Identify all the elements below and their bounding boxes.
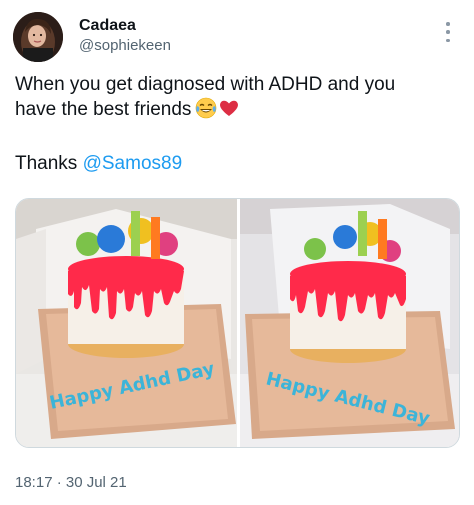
cake-photo-right[interactable]: Happy Adhd Day — [240, 199, 459, 447]
thanks-text: Thanks — [15, 153, 78, 174]
red-heart-emoji-icon — [218, 97, 240, 126]
avatar[interactable] — [13, 12, 63, 62]
tweet-line-2-text: have the best friends — [15, 99, 192, 120]
tweet-text: When you get diagnosed with ADHD and you… — [15, 72, 460, 176]
tweet-line-2: have the best friends — [15, 97, 460, 126]
tweet-timestamp[interactable]: 18:17 · 30 Jul 21 — [15, 474, 127, 491]
cake-photo-left[interactable]: Happy Adhd Day — [16, 199, 237, 447]
more-options-icon[interactable] — [446, 22, 452, 42]
tweet-line-3: Thanks @Samos89 — [15, 151, 460, 176]
user-handle[interactable]: @sophiekeen — [79, 36, 171, 56]
media-grid: Happy Adhd Day Happy Adhd Day — [15, 198, 460, 448]
tears-of-joy-emoji-icon — [195, 97, 217, 126]
author-names: Cadaea @sophiekeen — [79, 16, 171, 56]
display-name[interactable]: Cadaea — [79, 16, 171, 36]
tweet-line-1: When you get diagnosed with ADHD and you — [15, 74, 396, 95]
mention-link[interactable]: @Samos89 — [83, 153, 183, 174]
tweet-header: Cadaea @sophiekeen — [13, 10, 464, 66]
